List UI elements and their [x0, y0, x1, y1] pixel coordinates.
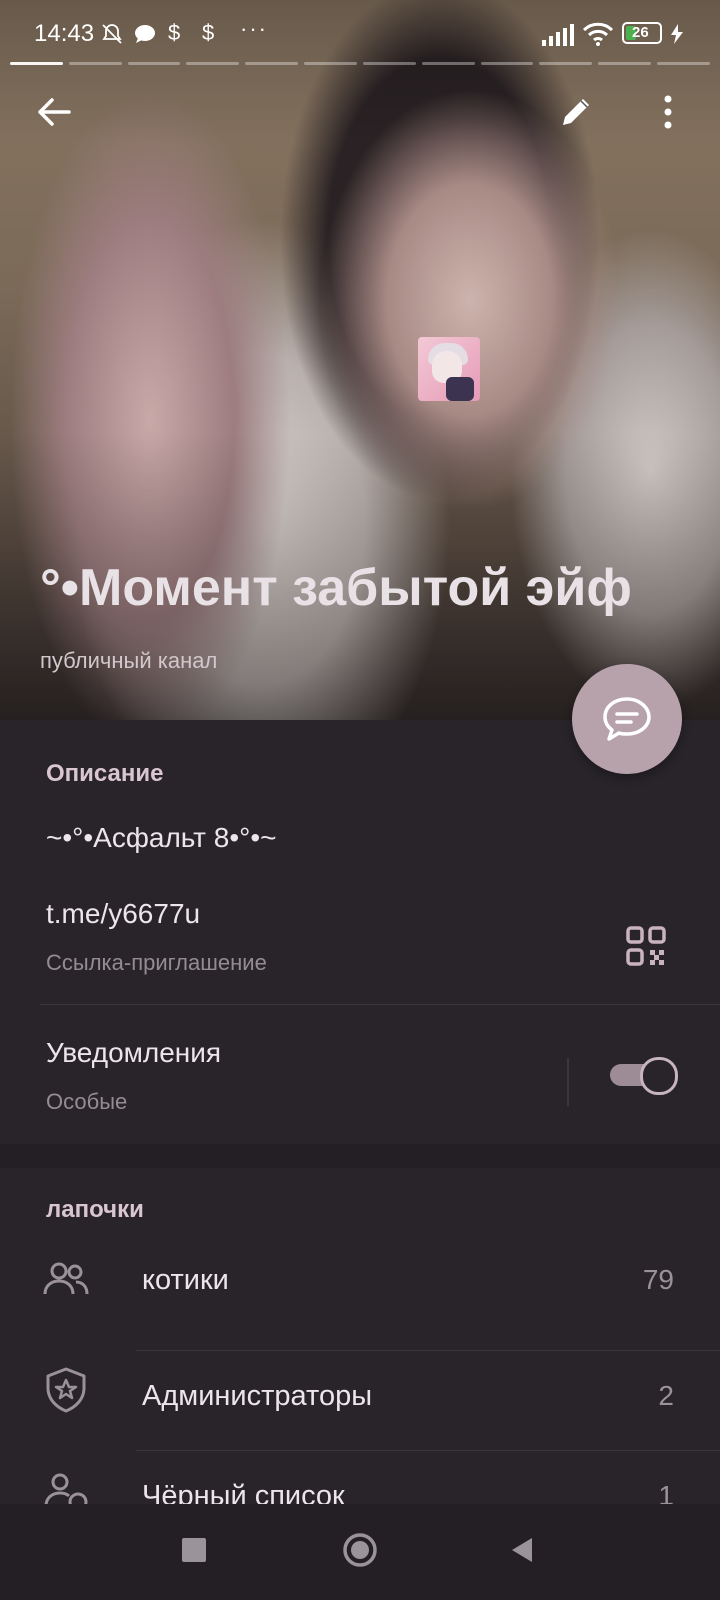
- battery-level: 26: [632, 24, 649, 41]
- dollar-icon: $: [202, 20, 215, 45]
- edit-button[interactable]: [548, 84, 604, 140]
- shield-star-icon: [46, 1367, 86, 1413]
- administrators-row[interactable]: Администраторы 2: [0, 1352, 720, 1452]
- invite-link: t.me/y6677u: [46, 898, 201, 929]
- administrators-count: 2: [658, 1380, 674, 1411]
- story-progress-bars: [10, 62, 710, 66]
- chat-bubble-icon: [135, 25, 155, 43]
- members-count: 79: [642, 1264, 674, 1295]
- channel-info-card: Описание ~•°•Асфальт 8•°•~ t.me/y6677u С…: [0, 720, 720, 1144]
- more-vertical-icon: [664, 95, 672, 129]
- notifications-label: Уведомления: [46, 1037, 222, 1068]
- circle-home-icon[interactable]: [342, 1532, 378, 1568]
- members-section-title: лапочки: [46, 1196, 144, 1223]
- triangle-back-icon[interactable]: [510, 1536, 534, 1564]
- battery-icon: 26: [622, 22, 662, 44]
- back-button[interactable]: [26, 84, 82, 140]
- invite-link-row[interactable]: t.me/y6677u Ссылка-приглашение: [0, 880, 720, 980]
- channel-type-label: публичный канал: [40, 648, 218, 673]
- status-time: 14:43: [34, 20, 95, 47]
- channel-title: °•Момент забытой эйф: [40, 559, 632, 617]
- vertical-divider: [567, 1058, 569, 1106]
- status-bar: 14:43 $ $ ··· 26: [0, 0, 720, 66]
- members-card: лапочки котики 79 Администраторы 2 Чёрны…: [0, 1168, 720, 1512]
- more-options-button[interactable]: [640, 84, 696, 140]
- pencil-icon: [563, 99, 589, 125]
- invite-link-caption: Ссылка-приглашение: [46, 950, 267, 975]
- description-section-title: Описание: [46, 760, 164, 787]
- more-dots-icon: ···: [240, 16, 268, 41]
- qr-code-icon[interactable]: [626, 926, 666, 966]
- people-icon: [43, 1262, 89, 1295]
- system-navigation-bar: [0, 1504, 720, 1600]
- charging-icon: [671, 24, 683, 44]
- notifications-row[interactable]: Уведомления Особые: [0, 1005, 560, 1135]
- members-row[interactable]: котики 79: [0, 1234, 720, 1334]
- channel-description: ~•°•Асфальт 8•°•~: [46, 822, 277, 853]
- notifications-value: Особые: [46, 1089, 128, 1114]
- wifi-icon: [582, 22, 614, 46]
- divider: [136, 1450, 720, 1451]
- arrow-left-icon: [38, 98, 71, 126]
- administrators-label: Администраторы: [142, 1380, 373, 1412]
- members-label: котики: [142, 1264, 229, 1296]
- signal-icon: [542, 24, 574, 46]
- bell-off-icon: [102, 24, 122, 44]
- discussion-button[interactable]: [572, 664, 682, 774]
- notifications-toggle[interactable]: [610, 1057, 678, 1095]
- chat-bubble-icon: [603, 697, 651, 741]
- divider: [136, 1350, 720, 1351]
- dollar-icon: $: [168, 20, 181, 45]
- square-recents-icon[interactable]: [182, 1538, 206, 1562]
